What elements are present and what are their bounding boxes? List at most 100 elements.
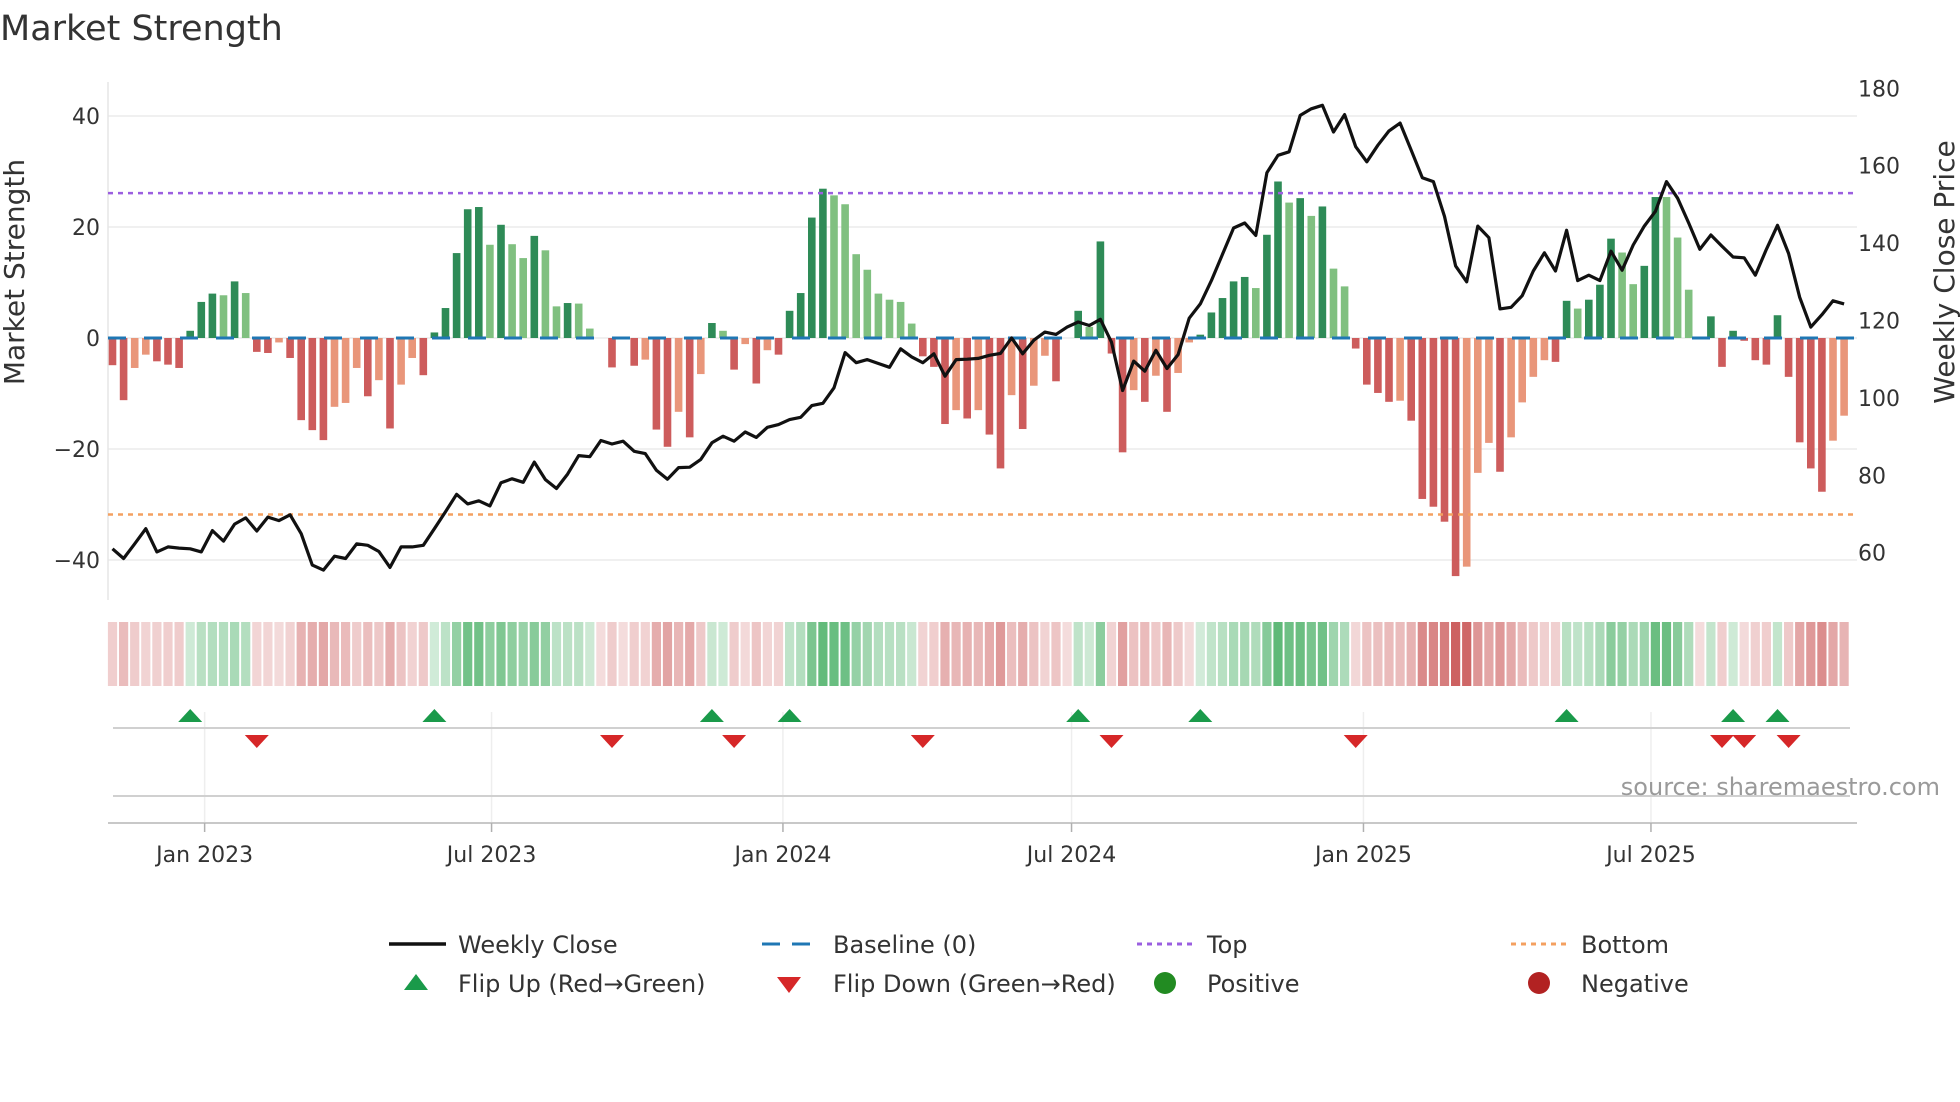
heat-strip-cell — [785, 622, 795, 686]
strength-bar — [497, 224, 505, 338]
heat-strip-cell — [1140, 622, 1150, 686]
strength-bar — [397, 338, 405, 385]
strength-bar — [1229, 281, 1238, 338]
strength-bar — [164, 338, 172, 365]
strength-bar — [452, 253, 461, 338]
strength-bar — [1252, 288, 1260, 338]
strength-bar — [1762, 338, 1771, 365]
strength-bar — [1673, 237, 1682, 338]
heat-strip-cell — [296, 622, 306, 686]
strength-bar — [1052, 338, 1060, 382]
flip-markers-panel — [108, 709, 1857, 824]
x-tick-label: Jul 2023 — [445, 843, 537, 868]
strength-bar — [852, 254, 860, 338]
heat-strip-cell — [1728, 622, 1738, 686]
strength-bar — [608, 338, 616, 368]
flip-up-marker — [699, 709, 724, 722]
legend-flip-up-icon — [404, 974, 428, 990]
heat-strip-cell — [1118, 622, 1128, 686]
heat-strip-cell — [1306, 622, 1316, 686]
flip-down-marker — [1776, 735, 1801, 748]
strength-bar — [1085, 326, 1094, 338]
right-axis-ticks: 180 160 140 120 100 80 60 — [1858, 77, 1900, 566]
heat-strip-cell — [818, 622, 828, 686]
heat-strip-cell — [1617, 622, 1627, 686]
heat-strip-cell — [1639, 622, 1649, 686]
strength-bar — [441, 308, 450, 338]
heat-strip-cell — [385, 622, 395, 686]
heat-strip-cell — [1029, 622, 1039, 686]
heat-strip-cell — [507, 622, 517, 686]
strength-bar — [841, 204, 849, 338]
heat-strip-cell — [1539, 622, 1549, 686]
heat-strip-cell — [352, 622, 362, 686]
heat-strip-cell — [119, 622, 129, 686]
strength-bar — [963, 338, 971, 419]
x-tick-label: Jul 2025 — [1604, 843, 1696, 868]
heat-strip-cell — [951, 622, 961, 686]
strength-bar — [574, 303, 583, 338]
heat-strip-cell — [1750, 622, 1760, 686]
y-axis-label: Market Strength — [0, 159, 31, 385]
strength-bar — [508, 244, 516, 338]
strength-bar — [819, 188, 827, 338]
strength-bar — [1818, 338, 1826, 492]
strength-bar — [785, 310, 794, 338]
heat-strip-cell — [829, 622, 839, 686]
strength-bar — [119, 338, 128, 401]
heat-strip-cell — [1284, 622, 1294, 686]
strength-bar — [1163, 338, 1171, 412]
strength-bar — [253, 338, 261, 352]
strength-bar — [408, 338, 416, 358]
heat-strip-cell — [1406, 622, 1416, 686]
heat-strip-cell — [230, 622, 240, 686]
strength-bar — [1118, 338, 1127, 453]
strength-bar — [541, 250, 550, 338]
strength-bar — [1718, 338, 1726, 367]
heat-strip-cell — [1173, 622, 1183, 686]
heat-strip-cell — [1351, 622, 1361, 686]
strength-bar — [241, 293, 250, 338]
strength-bar — [475, 207, 483, 338]
strength-bar — [863, 269, 872, 338]
heat-strip-cell — [607, 622, 617, 686]
flip-up-marker — [1721, 709, 1746, 722]
strength-bar — [1451, 338, 1460, 577]
strength-bar — [1407, 338, 1415, 421]
heat-strip-cell — [1650, 622, 1660, 686]
strength-bar — [1507, 338, 1515, 438]
heat-strip-cell — [962, 622, 972, 686]
legend: Weekly Close Baseline (0) Top Bottom Fli… — [389, 931, 1689, 998]
heat-strip-cell — [1151, 622, 1161, 686]
strength-bar — [1329, 268, 1338, 338]
flip-down-marker — [910, 735, 935, 748]
heat-strip-cell — [1550, 622, 1561, 686]
heat-strip-cell — [341, 622, 351, 686]
strength-bar — [741, 338, 749, 345]
heat-strip-cell — [1573, 622, 1583, 686]
strength-bar — [896, 301, 905, 338]
heat-strip-cell — [529, 622, 539, 686]
legend-negative: Negative — [1581, 970, 1689, 998]
heat-strip-cell — [918, 622, 928, 686]
heat-strip-cell — [1451, 622, 1461, 686]
heat-strip-cell — [1706, 622, 1716, 686]
x-tick-label: Jan 2024 — [732, 843, 831, 868]
y2-tick-label: 60 — [1858, 542, 1886, 567]
heat-strip-cell — [374, 622, 384, 686]
heat-strip-cell — [440, 622, 451, 686]
heat-strip-cell — [1251, 622, 1261, 686]
heat-strip-cell — [263, 622, 273, 686]
strength-bar — [486, 244, 494, 338]
strength-bar — [208, 293, 217, 338]
heat-strip-cell — [884, 622, 895, 686]
strength-bar — [1651, 197, 1660, 338]
flip-up-marker — [178, 709, 203, 722]
heat-strip-cell — [1362, 622, 1372, 686]
heat-strip-cell — [1595, 622, 1605, 686]
strength-bar — [341, 338, 350, 403]
heat-strip-cell — [707, 622, 717, 686]
strength-bar — [463, 209, 472, 338]
heat-strip-cell — [1673, 622, 1683, 686]
y2-tick-label: 80 — [1858, 464, 1886, 489]
